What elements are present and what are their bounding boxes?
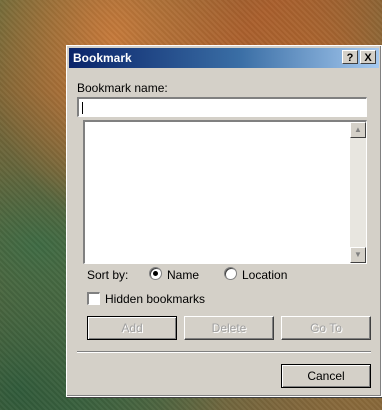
sort-by-name-label[interactable]: Name (167, 268, 199, 282)
scroll-down-arrow-icon[interactable]: ▼ (350, 247, 366, 263)
bookmark-name-label: Bookmark name: (77, 81, 168, 95)
dialog-title: Bookmark (73, 51, 132, 65)
close-button[interactable]: X (360, 50, 376, 64)
title-bar[interactable]: Bookmark ? X (69, 48, 379, 68)
bookmarks-list[interactable]: ▲ ▼ (83, 120, 367, 264)
add-button[interactable]: Add (87, 316, 177, 340)
delete-button[interactable]: Delete (184, 316, 274, 340)
scroll-up-arrow-icon[interactable]: ▲ (350, 122, 366, 138)
bookmark-name-input[interactable] (77, 97, 367, 117)
sort-by-label: Sort by: (87, 268, 129, 282)
help-button[interactable]: ? (342, 50, 358, 64)
divider (77, 351, 371, 353)
list-scrollbar[interactable]: ▲ ▼ (350, 122, 366, 263)
hidden-bookmarks-checkbox[interactable] (87, 292, 100, 305)
cancel-button[interactable]: Cancel (281, 364, 371, 388)
sort-by-location-radio[interactable] (224, 267, 237, 280)
sort-by-name-radio[interactable] (149, 267, 162, 280)
go-to-button[interactable]: Go To (281, 316, 371, 340)
hidden-bookmarks-label[interactable]: Hidden bookmarks (105, 292, 205, 306)
bookmark-dialog: Bookmark ? X Bookmark name: ▲ ▼ Sort by:… (66, 45, 382, 397)
sort-by-location-label[interactable]: Location (242, 268, 287, 282)
